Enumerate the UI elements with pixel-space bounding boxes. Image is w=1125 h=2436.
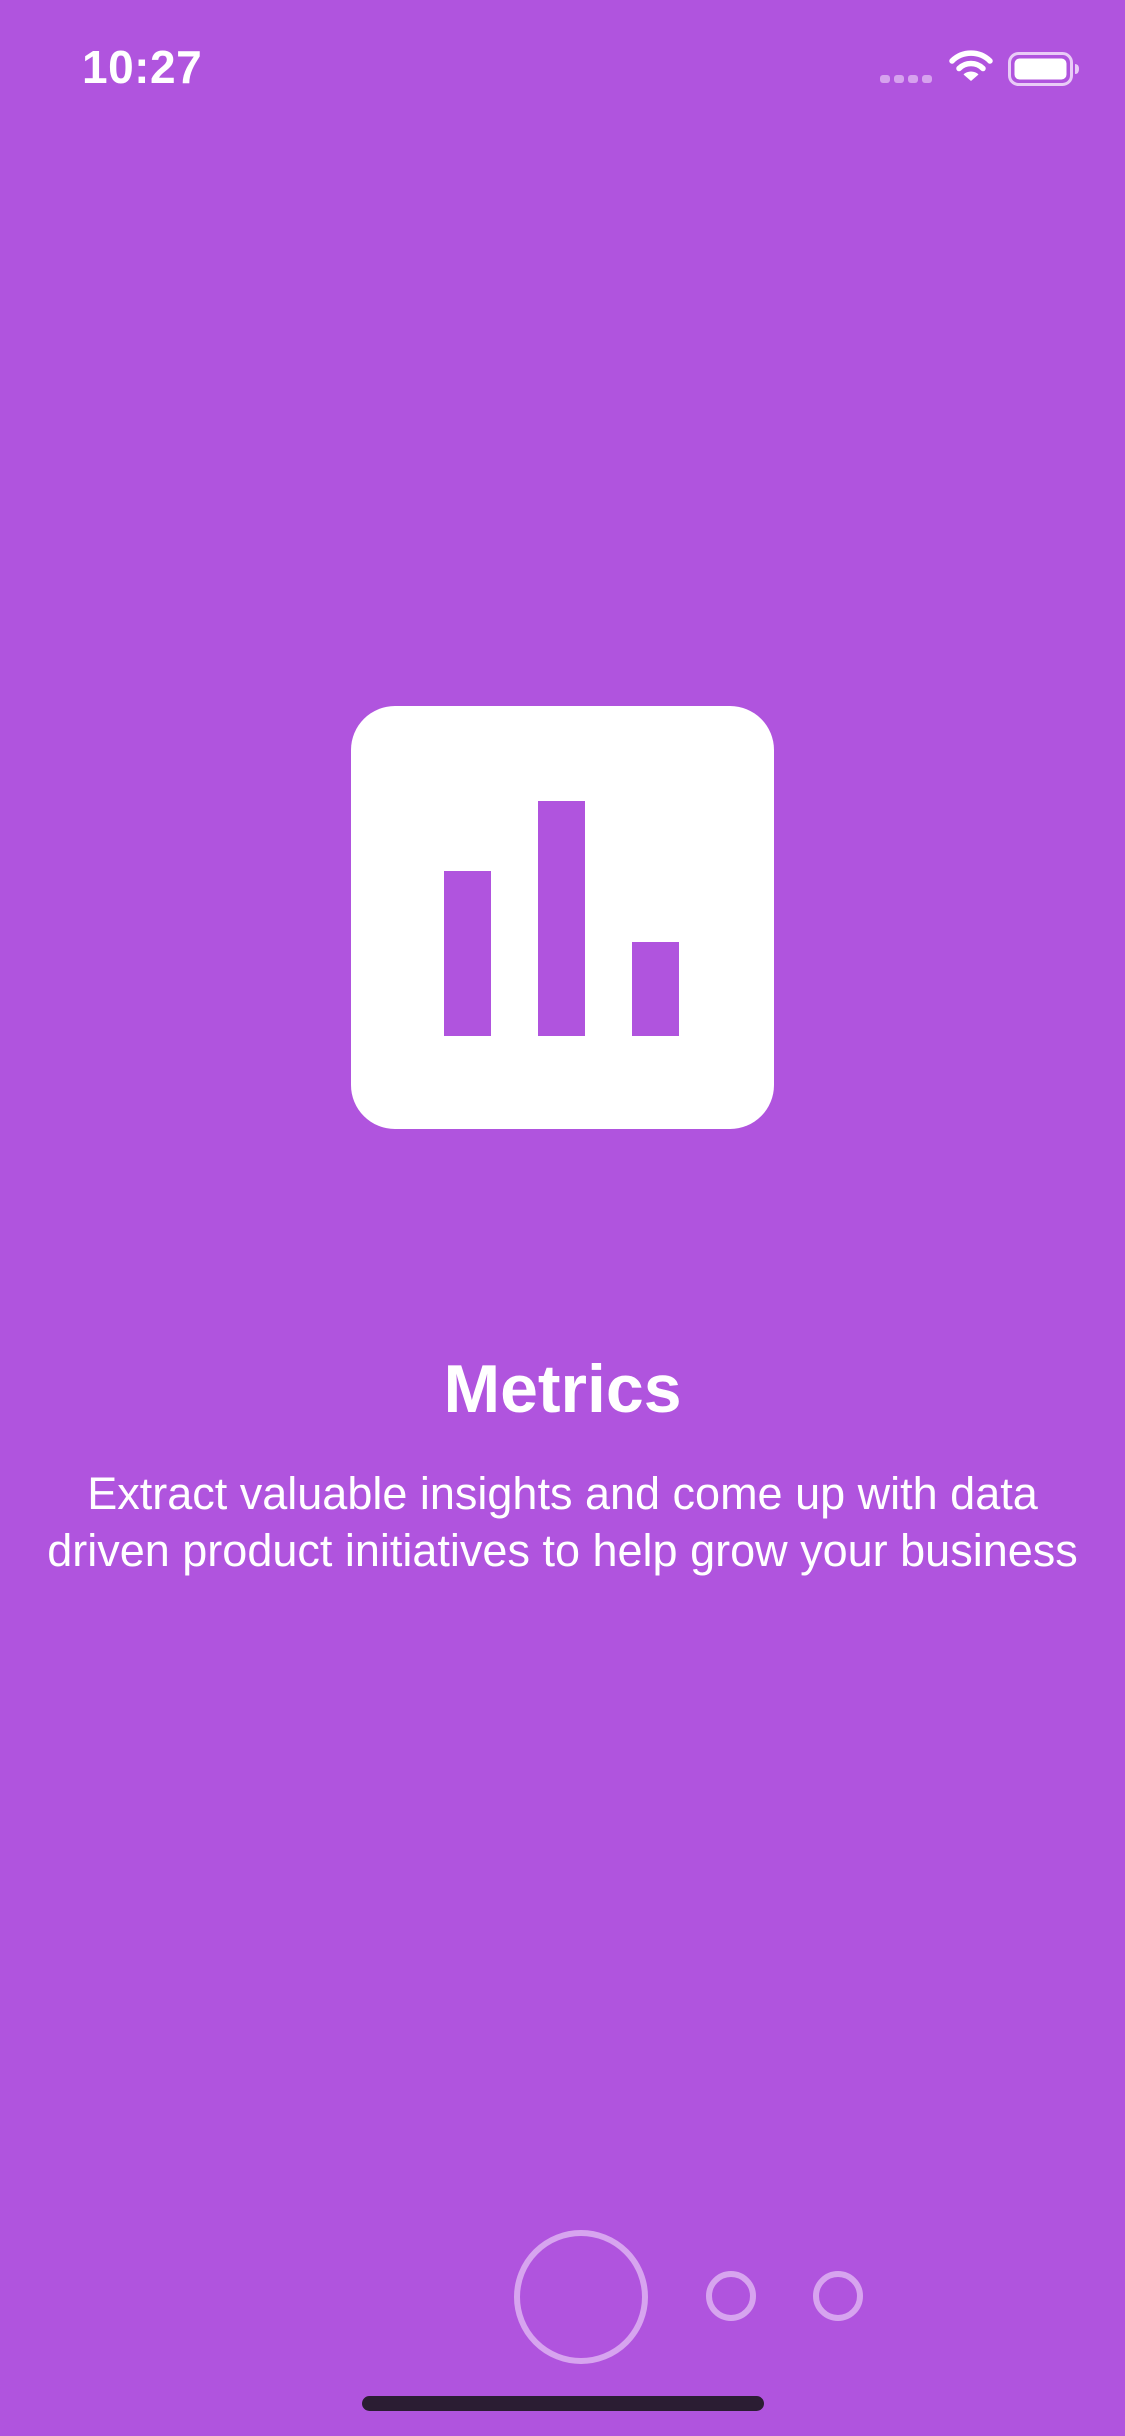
wifi-icon xyxy=(949,50,993,81)
chart-bar xyxy=(632,942,679,1036)
chart-bar xyxy=(444,871,491,1036)
battery-icon xyxy=(1008,52,1079,86)
onboarding-title: Metrics xyxy=(443,1351,682,1427)
page-dot-2[interactable] xyxy=(706,2271,756,2321)
status-time: 10:27 xyxy=(82,41,203,93)
signal-icon xyxy=(880,75,932,83)
page-dot-3[interactable] xyxy=(813,2271,863,2321)
page-dot-1[interactable] xyxy=(514,2230,648,2364)
onboarding-description: Extract valuable insights and come up wi… xyxy=(47,1468,1078,1576)
chart-bar xyxy=(538,801,585,1036)
page-indicator xyxy=(0,2220,1125,2370)
bar-chart-icon xyxy=(351,706,774,1129)
status-bar: 10:27 xyxy=(0,0,1125,140)
onboarding-screen: 10:27 Metrics Extract valuable insights … xyxy=(0,0,1125,2436)
home-indicator[interactable] xyxy=(362,2396,764,2411)
